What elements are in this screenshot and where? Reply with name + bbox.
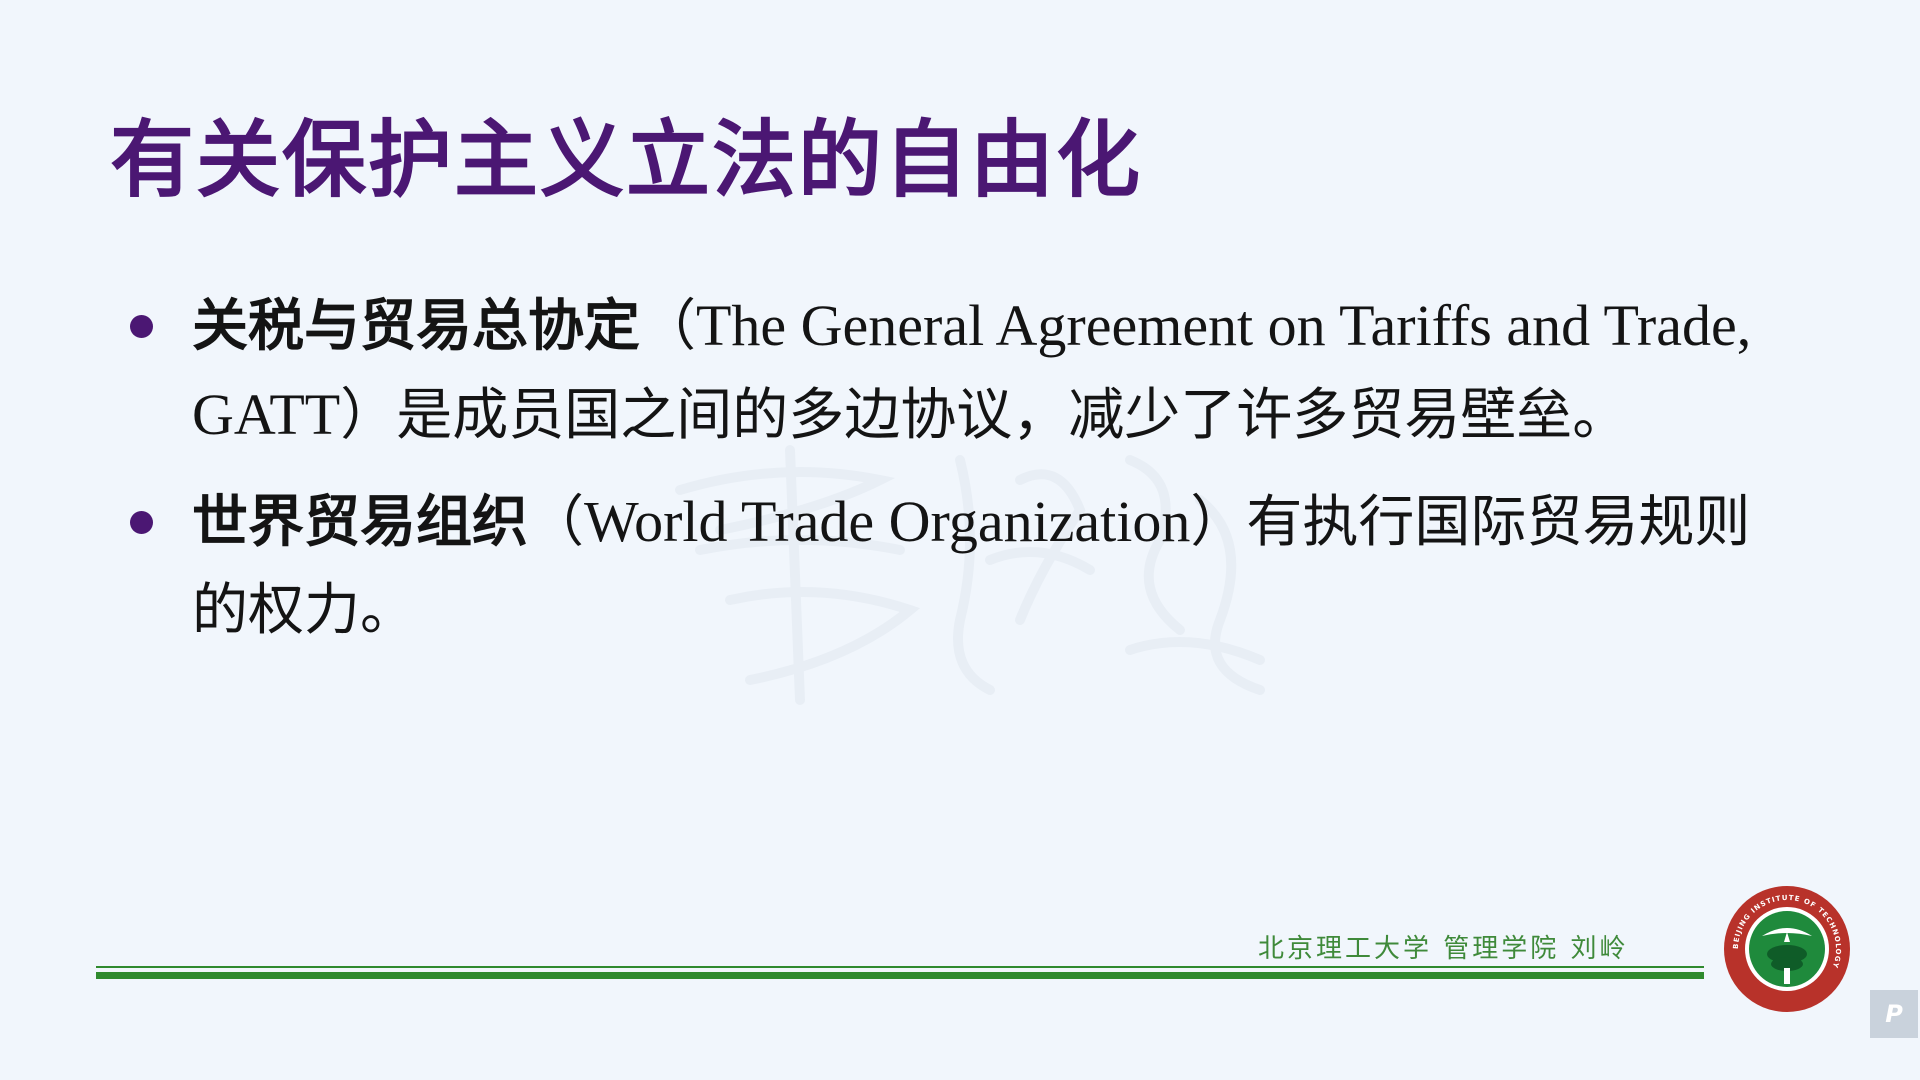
paren-close: ） (340, 383, 397, 448)
presentation-tool-button[interactable]: P (1870, 990, 1918, 1038)
bullet-item-wto: 世界贸易组织（World Trade Organization）有执行国际贸易规… (120, 478, 1800, 655)
bullet-item-gatt: 关税与贸易总协定（The General Agreement on Tariff… (120, 282, 1800, 460)
slide-title: 有关保护主义立法的自由化 (110, 111, 1143, 209)
bullet-term: 世界贸易组织 (192, 490, 528, 555)
university-seal-icon: BEIJING INSTITUTE OF TECHNOLOGY (1724, 886, 1850, 1012)
footer-affiliation: 北京理工大学 管理学院 刘岭 (1258, 934, 1629, 964)
paren-open: （ (640, 294, 696, 359)
paren-open: （ (528, 490, 584, 555)
bullet-dot-icon (130, 315, 153, 338)
bullet-english-name: World Trade Organization (584, 489, 1191, 554)
bullet-body: 是成员国之间的多边协议，减少了许多贸易壁垒。 (396, 383, 1629, 448)
footer-divider-thin (96, 966, 1704, 968)
bullet-dot-icon (130, 511, 153, 534)
footer-divider (96, 972, 1704, 979)
slide: 有关保护主义立法的自由化 关税与贸易总协定（The General Agreem… (0, 0, 1920, 1080)
bullet-term: 关税与贸易总协定 (192, 294, 640, 359)
presentation-tool-icon: P (1885, 1000, 1903, 1028)
paren-close: ） (1190, 490, 1247, 555)
bullet-list: 关税与贸易总协定（The General Agreement on Tariff… (120, 282, 1800, 673)
